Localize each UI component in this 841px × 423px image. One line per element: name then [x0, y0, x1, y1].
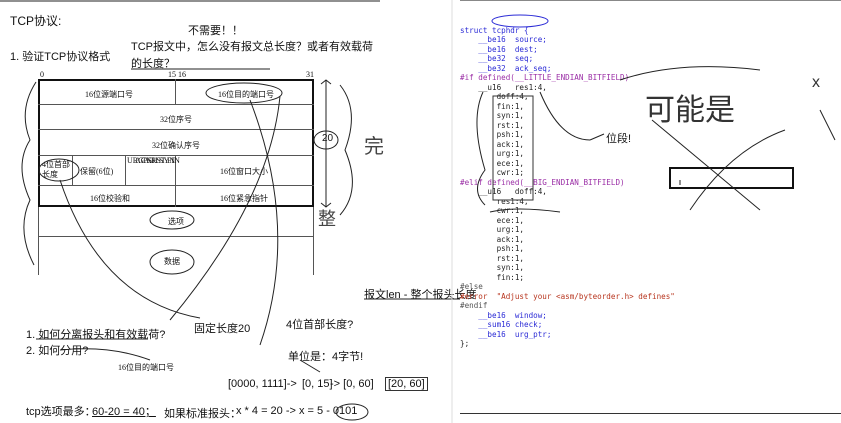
handwriting-strokes — [0, 0, 836, 423]
